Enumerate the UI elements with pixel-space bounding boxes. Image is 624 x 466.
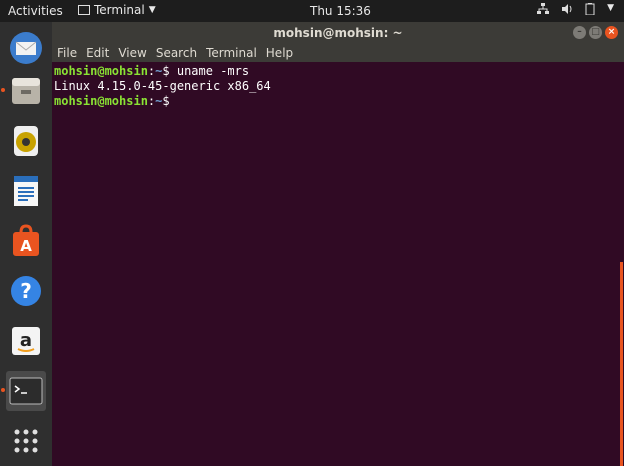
prompt-user: mohsin@mohsin (54, 64, 148, 78)
menu-bar: File Edit View Search Terminal Help (52, 44, 624, 62)
dock-amazon[interactable]: a (6, 321, 46, 361)
terminal-line: Linux 4.15.0-45-generic x86_64 (54, 79, 618, 94)
scrollbar-thumb[interactable] (620, 262, 623, 466)
help-icon: ? (11, 276, 41, 306)
command-text: $ (162, 94, 177, 108)
app-menu-label: Terminal (94, 3, 145, 17)
terminal-output[interactable]: mohsin@mohsin:~$ uname -mrs Linux 4.15.0… (52, 62, 618, 466)
chevron-down-icon: ▼ (148, 5, 156, 15)
menu-terminal[interactable]: Terminal (206, 46, 257, 60)
thunderbird-icon (10, 32, 42, 64)
libreoffice-writer-icon (14, 176, 38, 206)
scrollbar[interactable] (618, 62, 624, 466)
svg-text:A: A (20, 237, 32, 255)
command-text: $ uname -mrs (162, 64, 250, 78)
top-bar: Activities Terminal ▼ Thu 15:36 ▼ (0, 0, 624, 22)
running-indicator (1, 88, 5, 92)
software-center-icon: A (13, 224, 39, 256)
maximize-button[interactable]: □ (589, 26, 602, 39)
rhythmbox-icon (14, 126, 38, 156)
close-button[interactable]: × (605, 26, 618, 39)
dock-thunderbird[interactable] (6, 28, 46, 68)
terminal-line: mohsin@mohsin:~$ (54, 94, 618, 109)
terminal-line: mohsin@mohsin:~$ uname -mrs (54, 64, 618, 79)
minimize-button[interactable]: – (573, 26, 586, 39)
menu-search[interactable]: Search (156, 46, 197, 60)
menu-edit[interactable]: Edit (86, 46, 109, 60)
dock-software[interactable]: A (6, 221, 46, 261)
command-output: Linux 4.15.0-45-generic x86_64 (54, 79, 271, 93)
dock-writer[interactable] (6, 171, 46, 211)
activities-button[interactable]: Activities (8, 4, 63, 18)
terminal-small-icon (78, 5, 90, 15)
svg-text:a: a (20, 330, 32, 351)
menu-file[interactable]: File (57, 46, 77, 60)
amazon-icon: a (12, 327, 40, 355)
svg-text:?: ? (20, 279, 32, 303)
prompt-user: mohsin@mohsin (54, 94, 148, 108)
network-icon (537, 3, 550, 14)
battery-icon (585, 3, 595, 15)
dock-files[interactable] (6, 71, 46, 111)
dock: A ? a (0, 22, 52, 466)
clock[interactable]: Thu 15:36 (310, 4, 371, 18)
app-menu[interactable]: Terminal ▼ (78, 3, 156, 17)
dock-show-applications[interactable] (6, 421, 46, 461)
dock-help[interactable]: ? (6, 271, 46, 311)
system-tray[interactable]: ▼ (537, 3, 614, 15)
window-title-bar[interactable]: mohsin@mohsin: ~ – □ × (52, 22, 624, 44)
terminal-icon (9, 377, 43, 405)
volume-icon (562, 4, 572, 14)
dock-terminal[interactable] (6, 371, 46, 411)
show-applications-icon (14, 429, 38, 453)
window-controls: – □ × (573, 26, 618, 39)
menu-help[interactable]: Help (266, 46, 293, 60)
menu-view[interactable]: View (118, 46, 146, 60)
dock-rhythmbox[interactable] (6, 121, 46, 161)
files-icon (12, 78, 40, 104)
power-menu-chevron-icon: ▼ (607, 3, 614, 13)
window-title: mohsin@mohsin: ~ (273, 26, 403, 40)
running-indicator (1, 388, 5, 392)
